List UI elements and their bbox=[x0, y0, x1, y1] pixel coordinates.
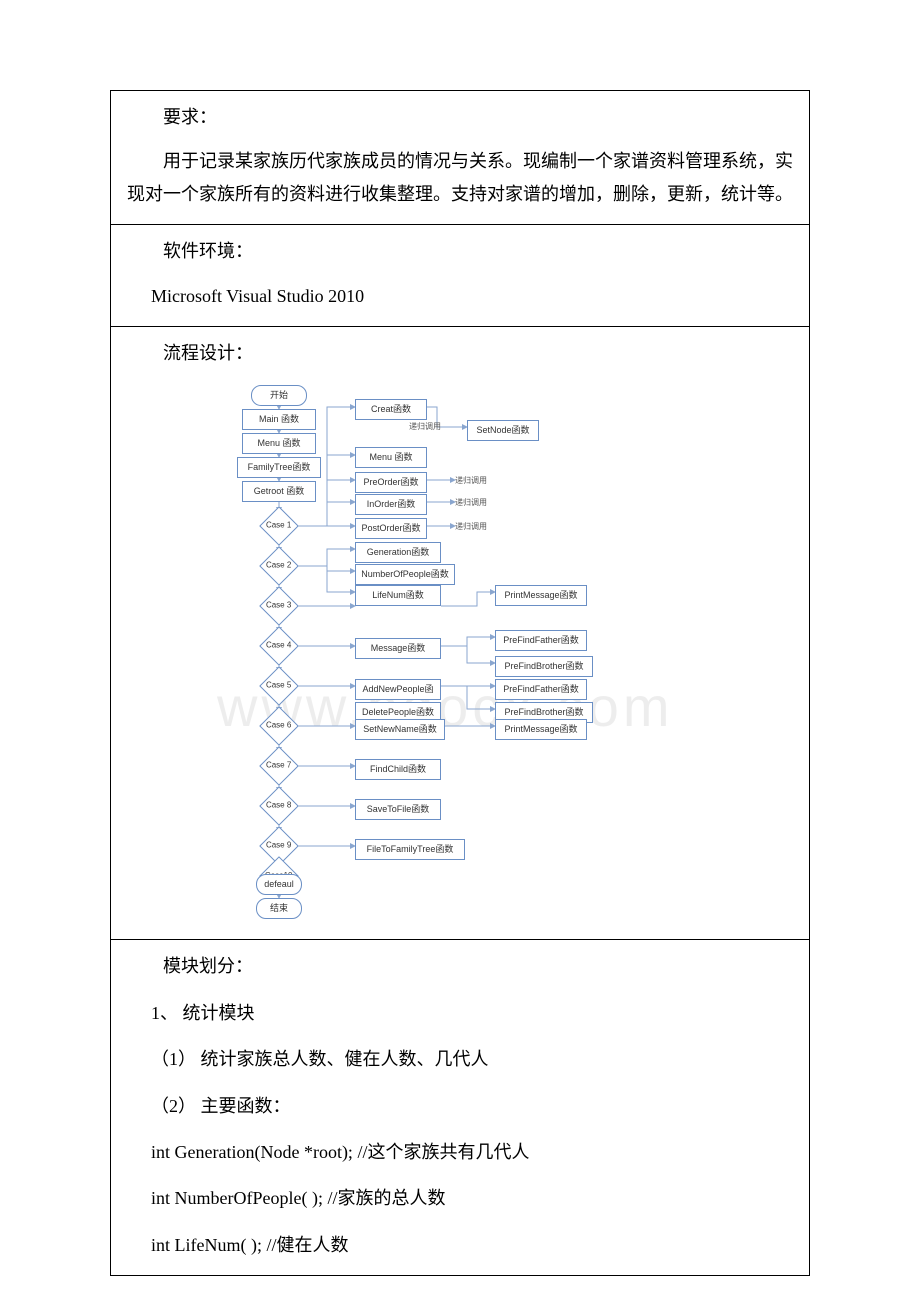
modules-fn2: int NumberOfPeople( ); //家族的总人数 bbox=[117, 1182, 803, 1214]
node-inorder: InOrder函数 bbox=[355, 494, 427, 514]
node-printmsg1: PrintMessage函数 bbox=[495, 585, 587, 605]
modules-fn3: int LifeNum( ); //健在人数 bbox=[117, 1229, 803, 1261]
node-case4: Case 4 bbox=[259, 627, 299, 667]
node-generation: Generation函数 bbox=[355, 542, 441, 562]
node-menu1: Menu 函数 bbox=[242, 433, 316, 453]
node-filetofamily: FileToFamilyTree函数 bbox=[355, 839, 465, 859]
modules-item1-2: （2） 主要函数： bbox=[117, 1090, 803, 1122]
node-numpeople: NumberOfPeople函数 bbox=[355, 564, 455, 584]
node-case8: Case 8 bbox=[259, 787, 299, 827]
node-creat: Creat函数 bbox=[355, 399, 427, 419]
requirements-heading: 要求： bbox=[117, 101, 803, 133]
node-findchild: FindChild函数 bbox=[355, 759, 441, 779]
node-prefindbrother1: PreFindBrother函数 bbox=[495, 656, 593, 676]
node-getroot: Getroot 函数 bbox=[242, 481, 316, 501]
node-familytree: FamilyTree函数 bbox=[237, 457, 321, 477]
modules-section: 模块划分： 1、 统计模块 （1） 统计家族总人数、健在人数、几代人 （2） 主… bbox=[111, 940, 809, 1275]
requirements-section: 要求： 用于记录某家族历代家族成员的情况与关系。现编制一个家谱资料管理系统，实现… bbox=[111, 91, 809, 225]
label-recursive-2: 递归调用 bbox=[455, 474, 487, 488]
modules-item1-title: 1、 统计模块 bbox=[117, 997, 803, 1029]
modules-item1-1: （1） 统计家族总人数、健在人数、几代人 bbox=[117, 1043, 803, 1075]
label-recursive-1: 递归调用 bbox=[409, 420, 441, 434]
node-setnode: SetNode函数 bbox=[467, 420, 539, 440]
modules-fn1: int Generation(Node *root); //这个家族共有几代人 bbox=[117, 1136, 803, 1168]
node-addnew: AddNewPeople函 bbox=[355, 679, 441, 699]
document-container: 要求： 用于记录某家族历代家族成员的情况与关系。现编制一个家谱资料管理系统，实现… bbox=[110, 90, 810, 1276]
flowchart: www.bdocx.com bbox=[177, 377, 727, 917]
node-case1: Case 1 bbox=[259, 507, 299, 547]
label-recursive-3: 递归调用 bbox=[455, 496, 487, 510]
environment-section: 软件环境： Microsoft Visual Studio 2010 bbox=[111, 225, 809, 327]
flow-heading: 流程设计： bbox=[117, 337, 803, 369]
node-preorder: PreOrder函数 bbox=[355, 472, 427, 492]
node-case3: Case 3 bbox=[259, 587, 299, 627]
node-prefindfather2: PreFindFather函数 bbox=[495, 679, 587, 699]
node-prefindfather1: PreFindFather函数 bbox=[495, 630, 587, 650]
node-case5: Case 5 bbox=[259, 667, 299, 707]
node-message: Message函数 bbox=[355, 638, 441, 658]
node-lifenum: LifeNum函数 bbox=[355, 585, 441, 605]
node-setnewname: SetNewName函数 bbox=[355, 719, 445, 739]
node-printmsg2: PrintMessage函数 bbox=[495, 719, 587, 739]
environment-body: Microsoft Visual Studio 2010 bbox=[117, 280, 803, 312]
requirements-body: 用于记录某家族历代家族成员的情况与关系。现编制一个家谱资料管理系统，实现对一个家… bbox=[117, 145, 803, 210]
node-savetofile: SaveToFile函数 bbox=[355, 799, 441, 819]
modules-heading: 模块划分： bbox=[117, 950, 803, 982]
node-main: Main 函数 bbox=[242, 409, 316, 429]
node-default: defeaul bbox=[256, 874, 302, 894]
label-recursive-4: 递归调用 bbox=[455, 520, 487, 534]
node-menu2: Menu 函数 bbox=[355, 447, 427, 467]
node-case7: Case 7 bbox=[259, 747, 299, 787]
node-postorder: PostOrder函数 bbox=[355, 518, 427, 538]
environment-heading: 软件环境： bbox=[117, 235, 803, 267]
node-end: 结束 bbox=[256, 898, 302, 918]
node-start: 开始 bbox=[251, 385, 307, 405]
node-case6: Case 6 bbox=[259, 707, 299, 747]
flow-section: 流程设计： www.bdocx.com bbox=[111, 327, 809, 940]
node-case2: Case 2 bbox=[259, 547, 299, 587]
